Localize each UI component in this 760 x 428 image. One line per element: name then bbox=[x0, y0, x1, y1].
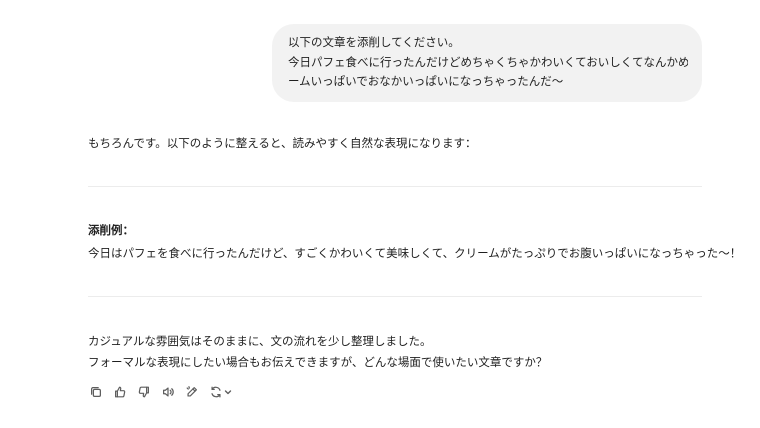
user-message-line: 今日パフェ食べに行ったんだけどめちゃくちゃかわいくておいしくてなんかめっちゃクリ bbox=[288, 54, 688, 69]
closing-line: カジュアルな雰囲気はそのままに、文の流れを少し整理しました。 bbox=[88, 334, 432, 348]
assistant-closing-text: カジュアルな雰囲気はそのままに、文の流れを少し整理しました。 フォーマルな表現に… bbox=[88, 331, 547, 373]
read-aloud-button[interactable] bbox=[158, 382, 178, 402]
closing-line: フォーマルな表現にしたい場合もお伝えできますが、どんな場面で使いたい文章ですか？ bbox=[88, 355, 548, 369]
regenerate-button[interactable] bbox=[206, 382, 234, 402]
divider bbox=[88, 186, 702, 187]
copy-icon bbox=[91, 387, 101, 397]
copy-button[interactable] bbox=[86, 382, 106, 402]
chevron-down-icon bbox=[224, 390, 231, 395]
example-heading: 添削例： bbox=[88, 223, 134, 237]
thumbs-down-button[interactable] bbox=[134, 382, 154, 402]
edit-button[interactable] bbox=[182, 382, 202, 402]
regenerate-icon bbox=[210, 386, 221, 398]
thumbs-down-icon bbox=[138, 386, 149, 398]
thumbs-up-icon bbox=[115, 386, 126, 398]
user-message-line: ームいっぱいでおなかいっぱいになっちゃったんだ～ bbox=[288, 74, 564, 88]
assistant-intro-text: もちろんです。以下のように整えると、読みやすく自然な表現になります： bbox=[88, 136, 477, 150]
message-action-bar bbox=[86, 382, 234, 402]
divider bbox=[88, 296, 702, 297]
edit-icon bbox=[186, 386, 197, 397]
example-text: 今日はパフェを食べに行ったんだけど、すごくかわいくて美味しくて、クリームがたっぷ… bbox=[88, 246, 742, 260]
read-aloud-icon bbox=[163, 387, 174, 397]
user-message-line: 以下の文章を添削してください。 bbox=[288, 35, 460, 49]
chat-thread: 以下の文章を添削してください。 今日パフェ食べに行ったんだけどめちゃくちゃかわい… bbox=[0, 0, 760, 428]
user-message-bubble: 以下の文章を添削してください。 今日パフェ食べに行ったんだけどめちゃくちゃかわい… bbox=[272, 24, 702, 102]
thumbs-up-button[interactable] bbox=[110, 382, 130, 402]
